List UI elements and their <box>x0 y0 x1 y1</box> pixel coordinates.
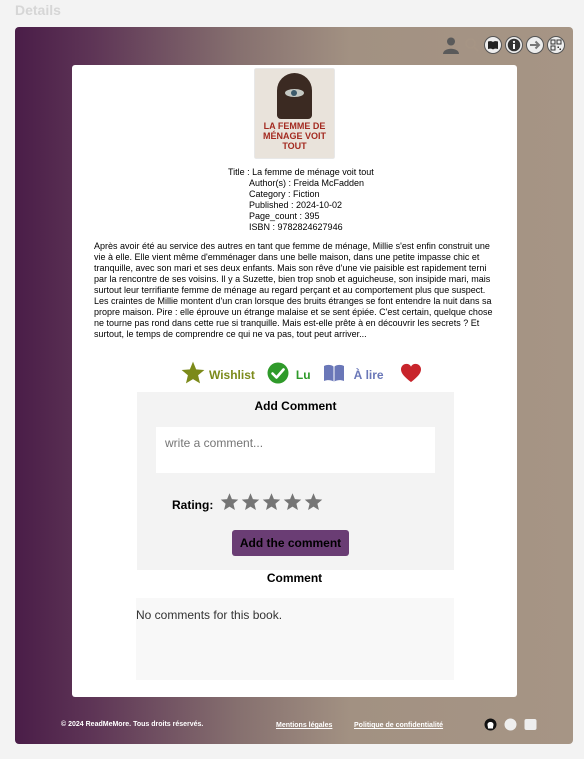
rating-star-2[interactable] <box>240 492 261 517</box>
search-icon[interactable] <box>463 36 481 54</box>
to-read-button[interactable]: À lire <box>323 363 384 386</box>
book-cover[interactable]: LA FEMME DE MÉNAGE VOIT TOUT <box>255 69 334 158</box>
reading-actions: Wishlist Lu À lire <box>180 360 437 389</box>
arrow-right-icon[interactable] <box>526 36 544 54</box>
rating-star-5[interactable] <box>303 492 324 517</box>
add-comment-panel: Add Comment Rating: Add the comment <box>137 392 454 570</box>
user-icon[interactable] <box>442 36 460 54</box>
social-icon[interactable] <box>504 718 517 731</box>
book-isbn: ISBN : 9782824627946 <box>249 222 343 232</box>
rating-star-4[interactable] <box>282 492 303 517</box>
cover-title: LA FEMME DE MÉNAGE VOIT TOUT <box>262 121 326 151</box>
rating-star-3[interactable] <box>261 492 282 517</box>
check-circle-icon <box>267 362 292 387</box>
rating-star-1[interactable] <box>219 492 240 517</box>
privacy-policy-link[interactable]: Politique de confidentialité <box>354 722 443 729</box>
book-authors: Author(s) : Freida McFadden <box>249 178 365 188</box>
legal-notice-link[interactable]: Mentions légales <box>276 722 332 729</box>
open-book-icon <box>323 363 348 386</box>
top-toolbar <box>442 35 565 55</box>
page-label: Details <box>15 2 61 18</box>
rating-row: Rating: <box>172 492 324 517</box>
add-comment-heading: Add Comment <box>254 399 337 413</box>
book-page-count: Page_count : 395 <box>249 211 320 221</box>
footer: © 2024 ReadMeMore. Tous droits réservés.… <box>15 705 573 744</box>
book-category: Category : Fiction <box>249 189 320 199</box>
book-details-card: LA FEMME DE MÉNAGE VOIT TOUT Title : La … <box>72 65 517 697</box>
heart-icon <box>400 363 425 386</box>
footer-copyright: © 2024 ReadMeMore. Tous droits réservés. <box>61 721 204 728</box>
mail-icon[interactable] <box>524 718 537 731</box>
to-read-label: À lire <box>353 367 384 382</box>
book-published: Published : 2024-10-02 <box>249 200 343 210</box>
book-title: Title : La femme de ménage voit tout <box>228 167 374 177</box>
star-icon <box>180 360 209 389</box>
wishlist-label: Wishlist <box>209 367 255 382</box>
info-icon[interactable] <box>505 36 523 54</box>
rating-label: Rating: <box>172 497 214 512</box>
main-frame: LA FEMME DE MÉNAGE VOIT TOUT Title : La … <box>15 27 573 744</box>
github-icon[interactable] <box>484 718 497 731</box>
favorite-button[interactable] <box>400 363 425 386</box>
qr-code-icon[interactable] <box>547 36 565 54</box>
read-button[interactable]: Lu <box>267 362 311 387</box>
book-icon[interactable] <box>484 36 502 54</box>
no-comments-text: No comments for this book. <box>136 608 283 622</box>
add-comment-button[interactable]: Add the comment <box>232 530 349 556</box>
book-description: Après avoir été au service des autres en… <box>94 241 493 339</box>
comments-heading: Comment <box>266 571 323 585</box>
comments-list: No comments for this book. <box>136 598 454 680</box>
comment-input[interactable] <box>156 427 435 473</box>
wishlist-button[interactable]: Wishlist <box>180 360 255 389</box>
read-label: Lu <box>295 367 311 382</box>
